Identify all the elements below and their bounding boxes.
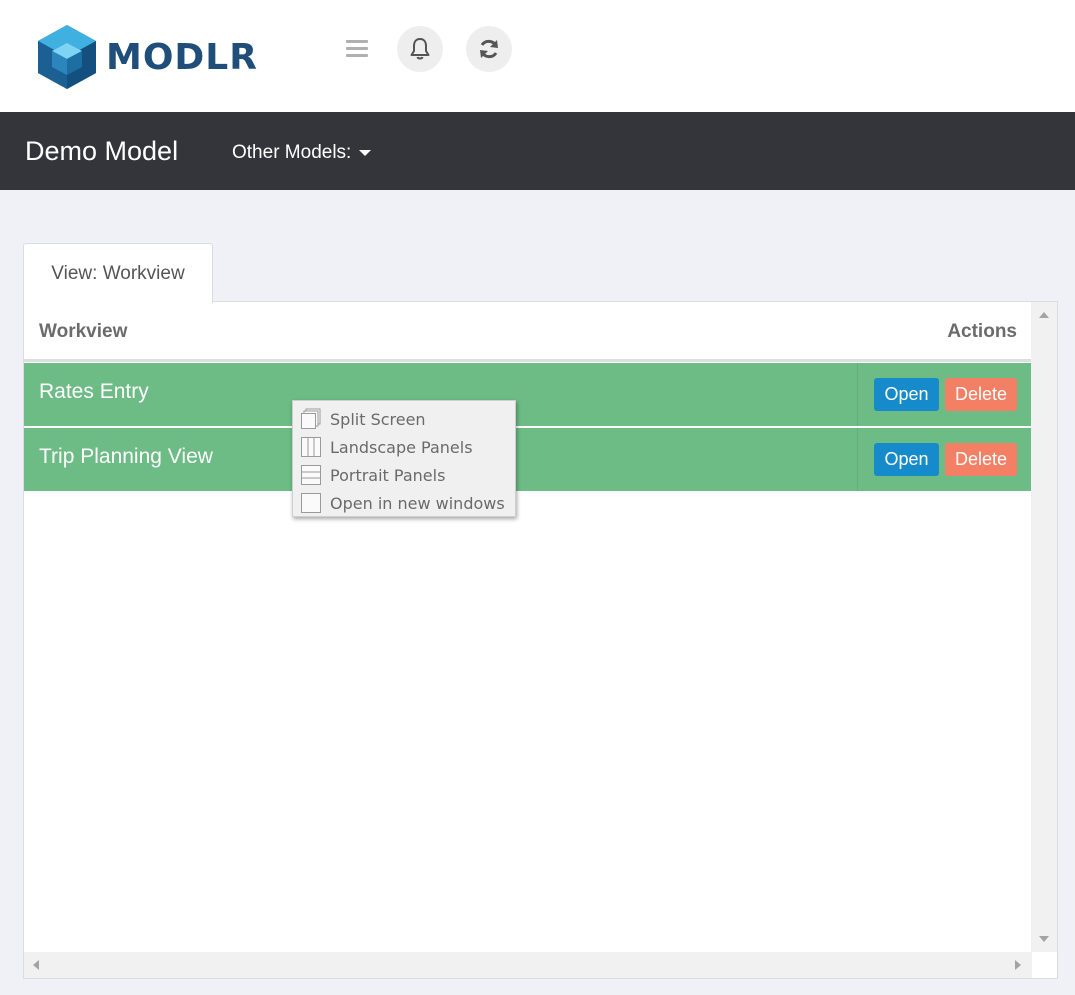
row-actions: Open Delete	[857, 428, 1032, 491]
model-navbar: Demo Model Other Models:	[0, 112, 1075, 190]
scroll-right-icon[interactable]	[1015, 960, 1021, 970]
scroll-left-icon[interactable]	[33, 960, 39, 970]
table-row[interactable]: Rates Entry Open Delete	[24, 363, 1032, 426]
scroll-up-icon[interactable]	[1039, 312, 1049, 318]
menu-item-label: Landscape Panels	[330, 437, 473, 457]
bell-icon	[410, 38, 430, 60]
scroll-down-icon[interactable]	[1039, 936, 1049, 942]
tab-label: View: Workview	[51, 262, 185, 284]
menu-item-split-screen[interactable]: Split Screen	[293, 405, 515, 433]
menu-item-open-new-windows[interactable]: Open in new windows	[293, 489, 515, 517]
menu-item-landscape-panels[interactable]: Landscape Panels	[293, 433, 515, 461]
logo-cube-icon	[38, 25, 96, 89]
vertical-scrollbar[interactable]	[1031, 302, 1057, 952]
hamburger-icon[interactable]	[346, 40, 368, 58]
column-header-actions: Actions	[947, 321, 1017, 342]
portrait-panels-icon	[301, 465, 321, 485]
workview-name[interactable]: Trip Planning View	[39, 445, 213, 469]
refresh-button[interactable]	[466, 26, 512, 72]
modlr-logo[interactable]: MODLR	[36, 22, 266, 92]
open-button[interactable]: Open	[874, 378, 939, 411]
workview-panel: Workview Actions Rates Entry Open Delete…	[23, 301, 1058, 979]
delete-button[interactable]: Delete	[945, 443, 1017, 476]
workview-name[interactable]: Rates Entry	[39, 380, 149, 404]
column-header-workview: Workview	[39, 321, 128, 342]
top-header: MODLR	[0, 0, 1075, 112]
other-models-dropdown[interactable]: Other Models:	[232, 142, 372, 164]
notifications-button[interactable]	[397, 26, 443, 72]
caret-down-icon	[359, 150, 372, 156]
new-window-icon	[301, 493, 321, 513]
delete-button[interactable]: Delete	[945, 378, 1017, 411]
model-title: Demo Model	[25, 136, 179, 166]
menu-item-portrait-panels[interactable]: Portrait Panels	[293, 461, 515, 489]
table-header: Workview Actions	[24, 302, 1032, 362]
logo-text: MODLR	[106, 36, 258, 78]
table-row[interactable]: Trip Planning View Open Delete	[24, 428, 1032, 491]
other-models-label: Other Models:	[232, 142, 352, 163]
row-actions: Open Delete	[857, 363, 1032, 426]
horizontal-scrollbar[interactable]	[24, 952, 1032, 978]
split-screen-icon	[301, 408, 321, 429]
refresh-icon	[480, 39, 498, 59]
open-button[interactable]: Open	[874, 443, 939, 476]
menu-item-label: Open in new windows	[330, 493, 505, 513]
tab-workview[interactable]: View: Workview	[23, 243, 213, 303]
open-options-context-menu: Split Screen Landscape Panels Portrait P…	[292, 400, 516, 517]
landscape-panels-icon	[301, 437, 321, 457]
menu-item-label: Split Screen	[330, 409, 426, 429]
menu-item-label: Portrait Panels	[330, 465, 446, 485]
